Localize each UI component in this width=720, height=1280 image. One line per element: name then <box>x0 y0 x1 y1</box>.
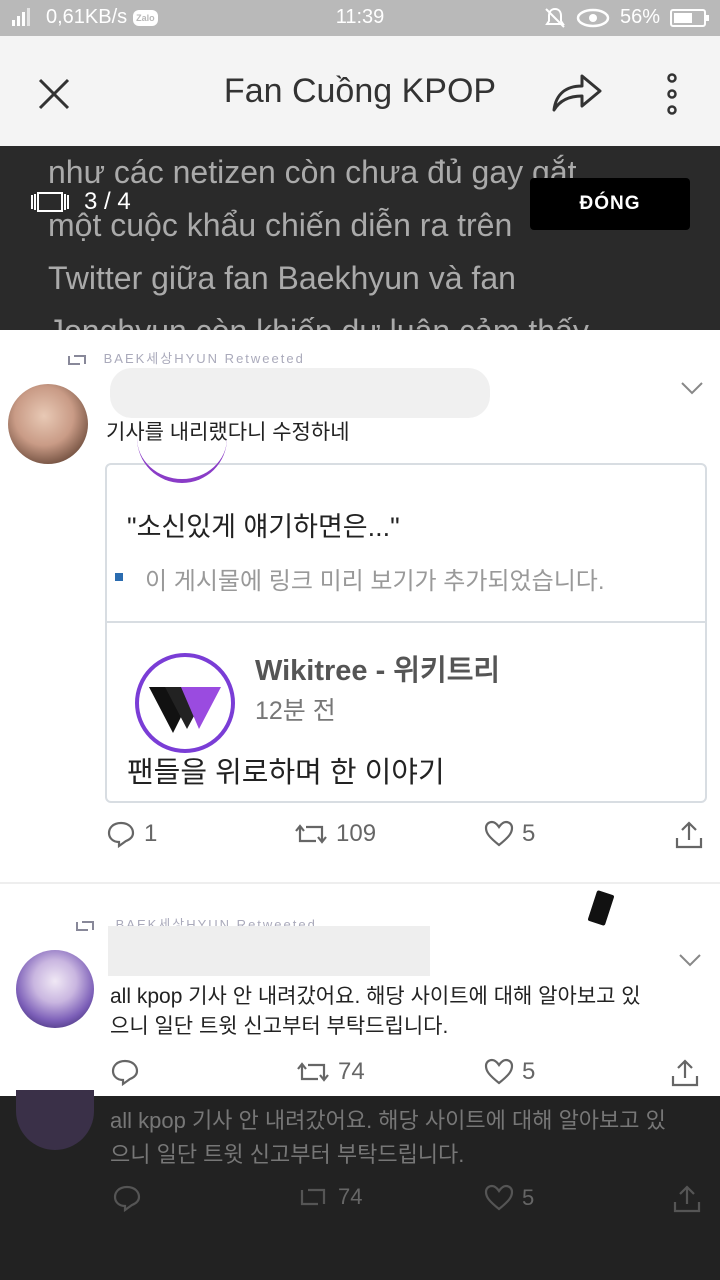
tweet-text-line: all kpop 기사 안 내려갔어요. 해당 사이트에 대해 알아보고 있 <box>110 985 641 1008</box>
background-tweet-text: all kpop 기사 안 내려갔어요. 해당 사이트에 대해 알아보고 있 으… <box>110 1108 666 1167</box>
reply-icon <box>110 1058 140 1086</box>
heart-icon <box>484 1058 514 1086</box>
avatar[interactable] <box>8 384 88 464</box>
status-bar: 0,61KB/s Zalo 11:39 56% <box>0 0 720 36</box>
app-bar: Fan Cuồng KPOP <box>0 36 720 146</box>
share-icon[interactable] <box>550 70 604 114</box>
chevron-down-icon[interactable] <box>680 380 704 396</box>
retweet-header: BAEK세상HYUN Retweeted <box>66 348 305 368</box>
close-viewer-button[interactable]: ĐÓNG <box>530 178 690 230</box>
like-button[interactable]: 5 <box>484 1058 535 1086</box>
upload-icon <box>674 820 704 850</box>
tweet-divider <box>0 882 720 884</box>
battery-icon <box>670 8 709 27</box>
redacted-username <box>110 368 490 418</box>
reply-icon <box>106 820 136 848</box>
share-tweet-button[interactable] <box>670 1058 700 1088</box>
background-continuation: all kpop 기사 안 내려갔어요. 해당 사이트에 대해 알아보고 있 으… <box>0 1090 720 1280</box>
card-timestamp: 12분 전 <box>255 697 336 725</box>
avatar[interactable] <box>16 950 94 1028</box>
retweet-icon <box>296 1059 330 1085</box>
reply-button[interactable]: 1 <box>106 820 157 848</box>
mute-bell-icon <box>544 7 566 29</box>
logo-partial <box>137 435 227 483</box>
image-counter-text: 3 / 4 <box>84 188 131 215</box>
battery-percent: 56% <box>619 6 660 28</box>
upload-icon <box>672 1184 702 1214</box>
card-quote: "소신있게 얘기하면은..." <box>127 512 400 542</box>
like-button[interactable]: 5 <box>484 820 535 848</box>
page-title: Fan Cuồng KPOP <box>223 72 497 110</box>
share-tweet-button[interactable] <box>674 820 704 850</box>
redacted-username <box>108 926 430 976</box>
eye-icon <box>576 8 610 28</box>
card-divider <box>107 621 705 623</box>
reply-button[interactable] <box>110 1058 140 1086</box>
card-note: 이 게시물에 링크 미리 보기가 추가되었습니다. <box>115 561 605 596</box>
like-count: 5 <box>484 1184 534 1212</box>
retweet-icon <box>294 821 328 847</box>
tweet-actions: 1 109 5 <box>0 820 720 860</box>
wikitree-logo <box>133 651 237 755</box>
tweet-text-line: 으니 일단 트윗 신고부터 부탁드립니다. <box>110 1015 449 1038</box>
more-options-icon[interactable] <box>664 72 680 116</box>
card-headline: 팬들을 위로하며 한 이야기 <box>127 757 445 789</box>
upload-icon <box>670 1058 700 1088</box>
chevron-down-icon[interactable] <box>678 952 702 968</box>
viewer-image: BAEK세상HYUN Retweeted 기사를 내리랬다니 수정하네 "소신있… <box>0 330 720 1096</box>
gallery-icon <box>30 191 70 213</box>
card-site-title: Wikitree - 위키트리 <box>255 655 501 687</box>
retweet-icon <box>66 352 88 368</box>
retweet-count: 74 <box>296 1184 362 1210</box>
article-line: Twitter giữa fan Baekhyun và fan <box>48 260 516 296</box>
black-mark <box>587 890 615 926</box>
avatar <box>16 1090 94 1150</box>
retweet-icon <box>74 918 96 934</box>
retweet-button[interactable]: 74 <box>296 1058 365 1086</box>
link-preview-card[interactable]: "소신있게 얘기하면은..." 이 게시물에 링크 미리 보기가 추가되었습니다… <box>105 463 707 803</box>
image-counter: 3 / 4 <box>30 188 131 216</box>
tweet-actions: 74 5 <box>0 1058 720 1096</box>
reply-icon <box>112 1184 142 1212</box>
tweet-text: all kpop 기사 안 내려갔어요. 해당 사이트에 대해 알아보고 있 으… <box>110 982 641 1042</box>
heart-icon <box>484 820 514 848</box>
retweet-button[interactable]: 109 <box>294 820 376 848</box>
